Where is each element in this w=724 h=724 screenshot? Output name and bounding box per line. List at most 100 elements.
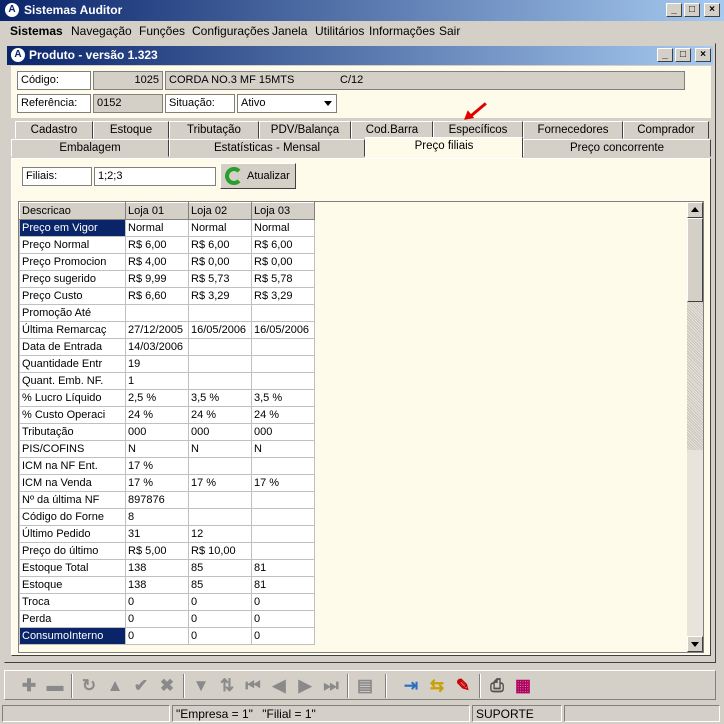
menu-configuracoes[interactable]: Configurações xyxy=(192,24,269,38)
row-label-cell[interactable]: % Custo Operaci xyxy=(19,406,126,424)
tab-cadastro[interactable]: Cadastro xyxy=(15,121,93,139)
value-cell[interactable] xyxy=(251,457,315,475)
row-label-cell[interactable]: Nº da última NF xyxy=(19,491,126,509)
value-cell[interactable]: R$ 3,29 xyxy=(251,287,315,305)
value-cell[interactable]: 16/05/2006 xyxy=(251,321,315,339)
next-record-icon[interactable]: ▶ xyxy=(295,676,315,696)
row-label-cell[interactable]: Código do Forne xyxy=(19,508,126,526)
value-cell[interactable]: 138 xyxy=(125,576,189,594)
value-cell[interactable]: 24 % xyxy=(251,406,315,424)
column-header-loja-01[interactable]: Loja 01 xyxy=(125,202,189,220)
row-label-cell[interactable]: Quant. Emb. NF. xyxy=(19,372,126,390)
confirm-icon[interactable]: ✔ xyxy=(131,676,151,696)
row-label-cell[interactable]: Estoque Total xyxy=(19,559,126,577)
value-cell[interactable]: 0 xyxy=(125,610,189,628)
value-cell[interactable]: Normal xyxy=(188,219,252,237)
value-cell[interactable]: R$ 6,00 xyxy=(251,236,315,254)
table-row[interactable]: Quantidade Entr 19 xyxy=(19,355,315,373)
value-cell[interactable]: R$ 10,00 xyxy=(188,542,252,560)
table-row[interactable]: Nº da última NF 897876 xyxy=(19,491,315,509)
codigo-field[interactable]: 1025 xyxy=(93,71,163,90)
value-cell[interactable]: R$ 9,99 xyxy=(125,270,189,288)
export-icon[interactable]: ⇥ xyxy=(401,676,421,696)
table-row[interactable]: Estoque Total 138 85 81 xyxy=(19,559,315,577)
menu-utilitarios[interactable]: Utilitários xyxy=(315,24,364,38)
tab-fornecedores[interactable]: Fornecedores xyxy=(523,121,623,139)
print-icon[interactable]: ⎙ xyxy=(487,676,507,696)
value-cell[interactable]: R$ 4,00 xyxy=(125,253,189,271)
row-label-cell[interactable]: Preço Custo xyxy=(19,287,126,305)
value-cell[interactable]: R$ 6,60 xyxy=(125,287,189,305)
table-row[interactable]: Estoque 138 85 81 xyxy=(19,576,315,594)
row-label-cell[interactable]: Preço do último xyxy=(19,542,126,560)
value-cell[interactable] xyxy=(188,304,252,322)
close-button[interactable]: × xyxy=(704,3,720,17)
value-cell[interactable]: N xyxy=(188,440,252,458)
row-label-cell[interactable]: Preço Normal xyxy=(19,236,126,254)
value-cell[interactable]: 0 xyxy=(125,627,189,645)
value-cell[interactable]: 1 xyxy=(125,372,189,390)
edit-icon[interactable]: ↻ xyxy=(79,676,99,696)
menu-informacoes[interactable]: Informações xyxy=(369,24,435,38)
table-row[interactable]: % Custo Operaci 24 % 24 % 24 % xyxy=(19,406,315,424)
menu-sistemas[interactable]: Sistemas xyxy=(10,24,63,38)
table-row[interactable]: Perda 0 0 0 xyxy=(19,610,315,628)
table-row[interactable]: % Lucro Líquido 2,5 % 3,5 % 3,5 % xyxy=(19,389,315,407)
filiais-input[interactable]: 1;2;3 xyxy=(94,167,216,186)
window-maximize-button[interactable]: □ xyxy=(675,48,691,62)
row-label-cell[interactable]: Quantidade Entr xyxy=(19,355,126,373)
value-cell[interactable]: R$ 5,78 xyxy=(251,270,315,288)
value-cell[interactable]: Normal xyxy=(251,219,315,237)
table-row[interactable]: Tributação 000 000 000 xyxy=(19,423,315,441)
price-grid[interactable]: Descricao Loja 01 Loja 02 Loja 03 Preço … xyxy=(18,201,704,653)
row-label-cell[interactable]: Data de Entrada xyxy=(19,338,126,356)
value-cell[interactable] xyxy=(188,355,252,373)
value-cell[interactable]: 3,5 % xyxy=(188,389,252,407)
value-cell[interactable]: R$ 5,73 xyxy=(188,270,252,288)
transfer-icon[interactable]: ⇆ xyxy=(427,676,447,696)
referencia-field[interactable]: 0152 xyxy=(93,94,163,113)
value-cell[interactable] xyxy=(188,338,252,356)
column-header-loja-02[interactable]: Loja 02 xyxy=(188,202,252,220)
row-label-cell[interactable]: Estoque xyxy=(19,576,126,594)
value-cell[interactable]: 000 xyxy=(251,423,315,441)
atualizar-button[interactable]: Atualizar xyxy=(220,163,296,189)
value-cell[interactable] xyxy=(251,542,315,560)
value-cell[interactable]: R$ 0,00 xyxy=(251,253,315,271)
tab-embalagem[interactable]: Embalagem xyxy=(11,139,169,157)
first-up-icon[interactable]: ▲ xyxy=(105,676,125,696)
row-label-cell[interactable]: ICM na Venda xyxy=(19,474,126,492)
value-cell[interactable]: 2,5 % xyxy=(125,389,189,407)
table-row[interactable]: Data de Entrada 14/03/2006 xyxy=(19,338,315,356)
row-label-cell[interactable]: Último Pedido xyxy=(19,525,126,543)
value-cell[interactable]: R$ 5,00 xyxy=(125,542,189,560)
row-label-cell[interactable]: Preço Promocion xyxy=(19,253,126,271)
situacao-select[interactable]: Ativo xyxy=(237,94,337,113)
value-cell[interactable] xyxy=(188,508,252,526)
value-cell[interactable]: 31 xyxy=(125,525,189,543)
window-minimize-button[interactable]: _ xyxy=(657,48,673,62)
value-cell[interactable] xyxy=(251,525,315,543)
value-cell[interactable] xyxy=(188,491,252,509)
row-label-cell[interactable]: Última Remarcaç xyxy=(19,321,126,339)
table-row[interactable]: Preço em Vigor Normal Normal Normal xyxy=(19,219,315,237)
value-cell[interactable]: R$ 6,00 xyxy=(125,236,189,254)
scroll-thumb[interactable] xyxy=(687,218,703,302)
cancel-icon[interactable]: ✖ xyxy=(157,676,177,696)
value-cell[interactable]: 138 xyxy=(125,559,189,577)
value-cell[interactable]: 16/05/2006 xyxy=(188,321,252,339)
table-row[interactable]: Código do Forne 8 xyxy=(19,508,315,526)
value-cell[interactable]: 24 % xyxy=(125,406,189,424)
value-cell[interactable]: 0 xyxy=(188,593,252,611)
value-cell[interactable]: Normal xyxy=(125,219,189,237)
value-cell[interactable]: R$ 0,00 xyxy=(188,253,252,271)
table-row[interactable]: Preço Custo R$ 6,60 R$ 3,29 R$ 3,29 xyxy=(19,287,315,305)
value-cell[interactable]: 24 % xyxy=(188,406,252,424)
menu-funcoes[interactable]: Funções xyxy=(139,24,185,38)
first-record-icon[interactable]: ⏮ xyxy=(243,676,263,696)
last-record-icon[interactable]: ⏭ xyxy=(321,676,341,696)
value-cell[interactable]: 17 % xyxy=(251,474,315,492)
table-row[interactable]: ICM na Venda 17 % 17 % 17 % xyxy=(19,474,315,492)
table-row[interactable]: Preço do último R$ 5,00 R$ 10,00 xyxy=(19,542,315,560)
row-label-cell[interactable]: % Lucro Líquido xyxy=(19,389,126,407)
